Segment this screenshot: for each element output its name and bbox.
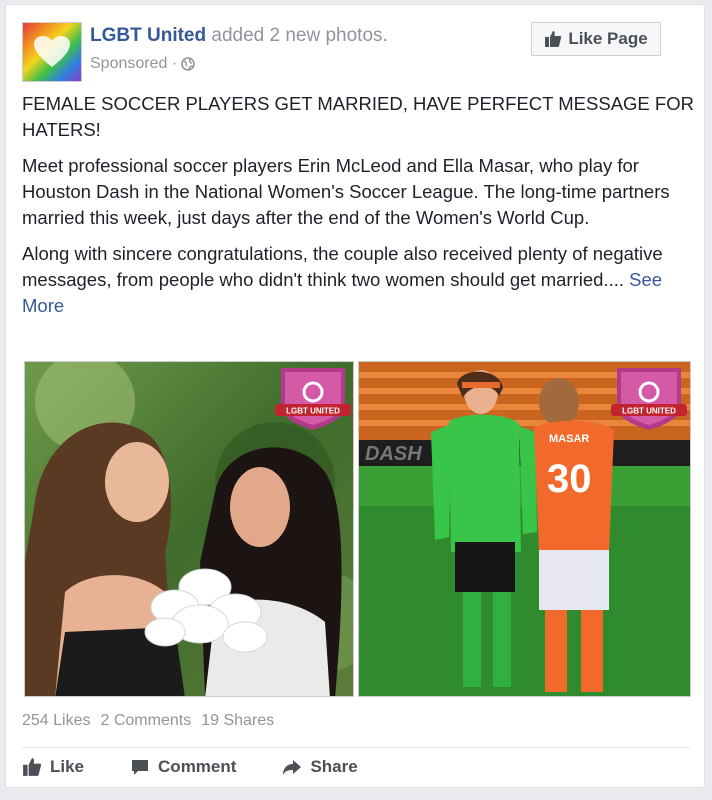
page-name-link[interactable]: LGBT United — [90, 25, 206, 46]
soccer-photo[interactable]: DASH MASAR 30 LGBT UNITED — [358, 361, 691, 697]
post-paragraph-2-text: Along with sincere congratulations, the … — [22, 243, 663, 290]
like-button[interactable]: Like — [22, 757, 84, 777]
post-action-text: added 2 new photos. — [206, 25, 388, 46]
engagement-stats: 254 Likes 2 Comments 19 Shares — [22, 712, 274, 730]
post-paragraph-1: Meet professional soccer players Erin Mc… — [22, 155, 670, 228]
soccer-photo-image: DASH MASAR 30 LGBT UNITED — [359, 362, 690, 696]
comment-label: Comment — [158, 757, 237, 776]
globe-icon — [181, 57, 195, 71]
comments-count[interactable]: 2 Comments — [101, 712, 192, 730]
post-meta: Sponsored · — [90, 55, 195, 73]
post-headline: FEMALE SOCCER PLAYERS GET MARRIED, HAVE … — [22, 93, 694, 140]
stadium-banner-text: DASH — [365, 443, 422, 465]
thumbs-up-icon — [23, 758, 42, 776]
right-photo-badge-text: LGBT UNITED — [622, 407, 676, 416]
post-actions: Like Comment Share — [22, 757, 358, 777]
share-arrow-icon — [283, 760, 302, 775]
like-page-label: Like Page — [568, 29, 648, 48]
post-header: LGBT United added 2 new photos. — [90, 25, 388, 47]
jersey-number-text: 30 — [547, 457, 592, 501]
left-photo-badge-text: LGBT UNITED — [286, 407, 340, 416]
shares-count[interactable]: 19 Shares — [201, 712, 274, 730]
post-paragraph-2: Along with sincere congratulations, the … — [22, 241, 698, 319]
feed-post-card: LGBT United added 2 new photos. Sponsore… — [5, 4, 705, 788]
comment-button[interactable]: Comment — [130, 757, 236, 777]
comment-bubble-icon — [132, 760, 149, 775]
sponsored-label[interactable]: Sponsored · — [90, 55, 177, 73]
post-body: FEMALE SOCCER PLAYERS GET MARRIED, HAVE … — [22, 91, 698, 329]
wedding-photo[interactable]: LGBT UNITED — [24, 361, 354, 697]
share-label: Share — [310, 757, 358, 776]
jersey-name-text: MASAR — [549, 433, 589, 445]
share-button[interactable]: Share — [282, 757, 358, 777]
wedding-photo-image: LGBT UNITED — [25, 362, 353, 696]
like-page-button[interactable]: Like Page — [531, 22, 661, 56]
heart-logo-icon — [34, 36, 70, 67]
page-avatar[interactable] — [22, 22, 82, 82]
actions-divider — [22, 747, 690, 748]
like-label: Like — [50, 757, 85, 776]
likes-count[interactable]: 254 Likes — [22, 712, 91, 730]
thumbs-up-icon — [545, 31, 562, 47]
